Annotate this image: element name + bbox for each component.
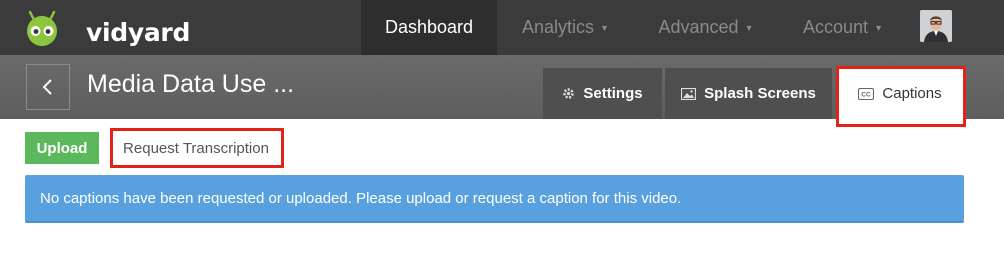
nav-analytics-label: Analytics bbox=[522, 17, 595, 37]
nav-dashboard[interactable]: Dashboard bbox=[361, 0, 497, 55]
top-nav: vidyard Dashboard Analytics ▼ Advanced ▼ A… bbox=[0, 0, 1004, 55]
caret-down-icon: ▼ bbox=[744, 23, 754, 33]
upload-button[interactable]: Upload bbox=[25, 132, 99, 164]
robot-logo-icon bbox=[27, 10, 57, 46]
nav-account[interactable]: Account ▼ bbox=[778, 0, 908, 55]
vidyard-logo[interactable]: vidyard bbox=[24, 8, 190, 48]
user-photo-icon bbox=[920, 10, 952, 42]
captions-tab-highlight bbox=[836, 66, 966, 127]
nav-advanced-label: Advanced bbox=[658, 17, 739, 37]
no-captions-alert: No captions have been requested or uploa… bbox=[25, 175, 964, 223]
logo-text: vidyard bbox=[86, 18, 191, 47]
user-avatar[interactable] bbox=[920, 10, 952, 42]
image-icon bbox=[681, 87, 697, 100]
chevron-left-icon bbox=[42, 79, 52, 95]
alert-text: No captions have been requested or uploa… bbox=[40, 189, 682, 207]
back-button[interactable] bbox=[26, 64, 70, 110]
nav-account-label: Account bbox=[803, 17, 869, 37]
page-title: Media Data Use ... bbox=[87, 70, 295, 98]
gear-icon bbox=[562, 87, 575, 100]
tab-settings[interactable]: Settings bbox=[543, 68, 662, 119]
request-transcription-button[interactable]: Request Transcription bbox=[113, 132, 279, 164]
caret-down-icon: ▼ bbox=[874, 23, 883, 33]
nav-analytics[interactable]: Analytics ▼ bbox=[497, 0, 634, 55]
nav-advanced[interactable]: Advanced ▼ bbox=[634, 0, 778, 55]
tab-settings-label: Settings bbox=[583, 85, 643, 102]
tab-splash-screens-label: Splash Screens bbox=[704, 85, 816, 102]
caret-down-icon: ▼ bbox=[600, 23, 609, 33]
nav-dashboard-label: Dashboard bbox=[384, 17, 474, 37]
tab-splash-screens[interactable]: Splash Screens bbox=[665, 68, 832, 119]
